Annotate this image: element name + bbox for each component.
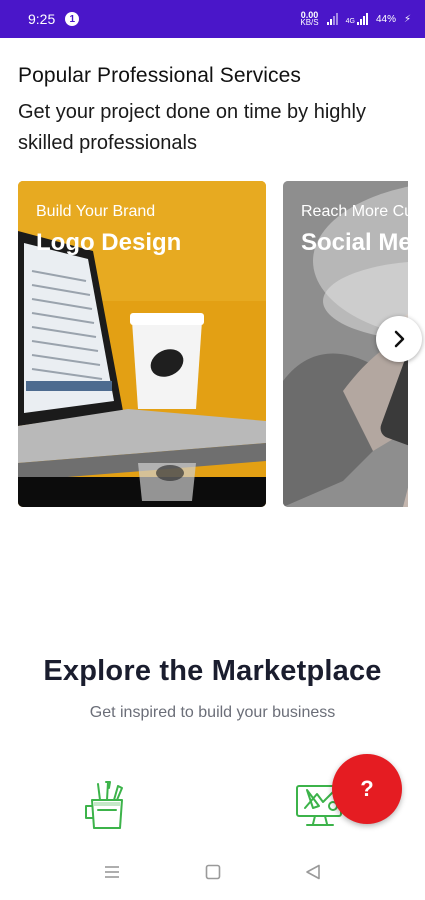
- back-triangle-icon[interactable]: [305, 864, 321, 880]
- card-title: Logo Design: [36, 229, 182, 256]
- services-subtitle: Get your project done on time by highly …: [18, 101, 366, 154]
- card-eyebrow: Build Your Brand: [36, 203, 156, 220]
- status-bar: 9:25 1 0.00 KB/S 4G 44% ⚡: [0, 0, 425, 38]
- service-card-logo-design[interactable]: Build Your Brand Logo Design: [18, 181, 266, 507]
- status-indicators: 0.00 KB/S 4G 44% ⚡: [300, 11, 411, 27]
- marketplace-subtitle: Get inspired to build your business: [89, 704, 336, 721]
- card-title: Social Media: [301, 229, 408, 256]
- signal-2-icon: [356, 13, 368, 25]
- services-title: Popular Professional Services: [18, 64, 302, 87]
- menu-icon[interactable]: [104, 864, 120, 880]
- marketplace-title: Explore the Marketplace: [43, 655, 382, 687]
- services-carousel[interactable]: Build Your Brand Logo Design Reach More …: [18, 181, 408, 507]
- carousel-next-button[interactable]: [376, 316, 422, 362]
- signal-1-icon: [326, 13, 338, 25]
- help-fab-button[interactable]: ?: [332, 754, 402, 824]
- home-square-icon[interactable]: [205, 864, 221, 880]
- network-speed: 0.00 KB/S: [300, 11, 318, 27]
- status-time: 9:25: [28, 11, 56, 27]
- question-icon: ?: [360, 776, 374, 801]
- network-speed-unit: KB/S: [300, 18, 319, 27]
- graphics-design-icon[interactable]: [80, 778, 134, 832]
- notification-badge: 1: [65, 12, 80, 26]
- signal-2: 4G: [346, 13, 368, 25]
- battery-level: 44%: [375, 13, 396, 25]
- signal-label: 4G: [345, 18, 355, 25]
- chevron-right-icon: [394, 330, 405, 348]
- charging-icon: ⚡: [403, 13, 411, 25]
- card-eyebrow: Reach More Customers: [301, 203, 408, 220]
- system-nav-bar: [0, 850, 425, 900]
